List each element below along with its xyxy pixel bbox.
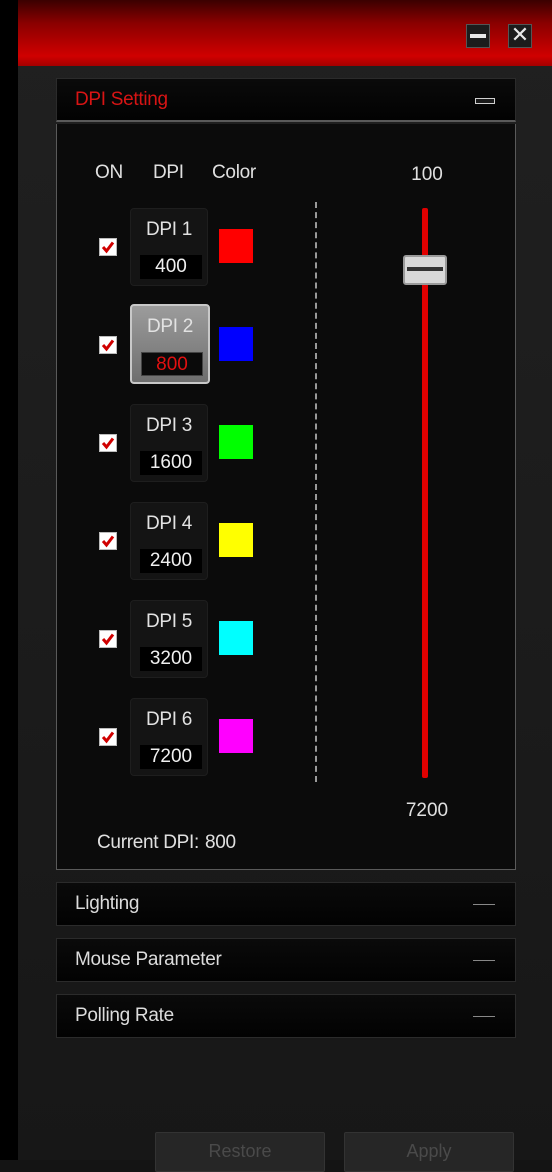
dpi-value-field[interactable]: 2400 xyxy=(140,549,202,573)
dpi-level-label: DPI 6 xyxy=(145,709,193,730)
dpi-row: DPI 6 7200 xyxy=(57,698,357,778)
checkmark-icon xyxy=(101,437,115,450)
current-dpi-label: Current DPI: xyxy=(97,832,199,853)
color-swatch[interactable] xyxy=(219,621,253,655)
dpi-level-label: DPI 1 xyxy=(145,219,193,240)
checkmark-icon xyxy=(101,535,115,548)
expand-icon[interactable] xyxy=(473,1016,495,1017)
dpi-row: DPI 4 2400 xyxy=(57,502,357,582)
dashed-divider xyxy=(315,202,317,782)
dpi-value-field[interactable]: 3200 xyxy=(140,647,202,671)
app-window: ✕ DPI Setting ON DPI Color DPI 1 400 DPI 2… xyxy=(18,0,552,1172)
dpi-value-field[interactable]: 800 xyxy=(141,352,203,376)
lighting-header[interactable]: Lighting xyxy=(56,882,516,926)
dpi-enable-checkbox[interactable] xyxy=(99,238,117,256)
slider-min-label: 100 xyxy=(411,164,443,185)
dpi-slider-track[interactable] xyxy=(422,208,428,778)
column-header-color: Color xyxy=(212,162,256,183)
dpi-level-button[interactable]: DPI 6 7200 xyxy=(130,698,208,776)
lighting-title: Lighting xyxy=(75,893,140,914)
dpi-enable-checkbox[interactable] xyxy=(99,434,117,452)
dpi-row: DPI 2 800 xyxy=(57,304,357,386)
dpi-level-label: DPI 4 xyxy=(145,513,193,534)
minimize-button[interactable] xyxy=(466,24,490,48)
collapse-icon[interactable] xyxy=(475,98,495,104)
color-swatch[interactable] xyxy=(219,719,253,753)
dpi-enable-checkbox[interactable] xyxy=(99,336,117,354)
polling-rate-title: Polling Rate xyxy=(75,1005,174,1026)
dpi-level-button[interactable]: DPI 3 1600 xyxy=(130,404,208,482)
dpi-level-label: DPI 3 xyxy=(145,415,193,436)
restore-button[interactable]: Restore xyxy=(155,1132,325,1172)
dpi-value-field[interactable]: 400 xyxy=(140,255,202,279)
dpi-level-label: DPI 2 xyxy=(146,316,194,337)
checkmark-icon xyxy=(101,339,115,352)
dpi-setting-header[interactable]: DPI Setting xyxy=(56,78,516,122)
column-header-on: ON xyxy=(95,162,123,183)
dpi-level-button[interactable]: DPI 1 400 xyxy=(130,208,208,286)
current-dpi: Current DPI: 800 xyxy=(97,832,236,854)
polling-rate-header[interactable]: Polling Rate xyxy=(56,994,516,1038)
dpi-row: DPI 1 400 xyxy=(57,208,357,288)
expand-icon[interactable] xyxy=(473,960,495,961)
dpi-enable-checkbox[interactable] xyxy=(99,728,117,746)
apply-button[interactable]: Apply xyxy=(344,1132,514,1172)
mouse-parameter-title: Mouse Parameter xyxy=(75,949,222,970)
dpi-row: DPI 5 3200 xyxy=(57,600,357,680)
column-header-dpi: DPI xyxy=(153,162,184,183)
close-button[interactable]: ✕ xyxy=(508,24,532,48)
color-swatch[interactable] xyxy=(219,229,253,263)
checkmark-icon xyxy=(101,731,115,744)
mouse-parameter-header[interactable]: Mouse Parameter xyxy=(56,938,516,982)
checkmark-icon xyxy=(101,241,115,254)
dpi-setting-panel: ON DPI Color DPI 1 400 DPI 2 800 DPI 3 1600 DP… xyxy=(56,124,516,870)
expand-icon[interactable] xyxy=(473,904,495,905)
dpi-level-button[interactable]: DPI 5 3200 xyxy=(130,600,208,678)
dpi-value-field[interactable]: 7200 xyxy=(140,745,202,769)
dpi-setting-title: DPI Setting xyxy=(75,88,168,110)
dpi-enable-checkbox[interactable] xyxy=(99,532,117,550)
dpi-value-field[interactable]: 1600 xyxy=(140,451,202,475)
dpi-level-label: DPI 5 xyxy=(145,611,193,632)
color-swatch[interactable] xyxy=(219,425,253,459)
checkmark-icon xyxy=(101,633,115,646)
color-swatch[interactable] xyxy=(219,327,253,361)
current-dpi-value: 800 xyxy=(205,832,236,853)
title-bar: ✕ xyxy=(18,0,552,66)
dpi-level-button[interactable]: DPI 4 2400 xyxy=(130,502,208,580)
dpi-slider-thumb[interactable] xyxy=(403,255,447,286)
color-swatch[interactable] xyxy=(219,523,253,557)
dpi-row: DPI 3 1600 xyxy=(57,404,357,484)
left-edge xyxy=(0,0,18,1160)
dpi-level-button[interactable]: DPI 2 800 xyxy=(130,304,210,384)
dpi-enable-checkbox[interactable] xyxy=(99,630,117,648)
slider-max-label: 7200 xyxy=(405,800,449,821)
